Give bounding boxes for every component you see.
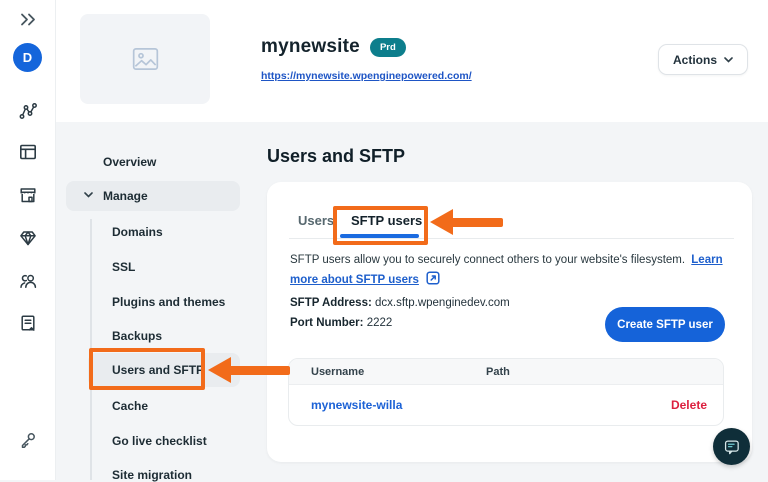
sites-layout-icon[interactable] bbox=[17, 141, 39, 163]
chat-support-button[interactable] bbox=[713, 428, 750, 465]
chat-bubble-icon bbox=[721, 437, 742, 457]
sidebar-item-backups[interactable]: Backups bbox=[112, 329, 162, 343]
column-header-username: Username bbox=[289, 366, 486, 378]
sidebar-item-manage-label: Manage bbox=[103, 189, 148, 203]
site-name: mynewsite bbox=[261, 36, 360, 58]
sidebar-item-ssl[interactable]: SSL bbox=[112, 260, 135, 274]
store-icon[interactable] bbox=[17, 184, 39, 206]
port-number-row: Port Number: 2222 bbox=[290, 317, 392, 329]
actions-button[interactable]: Actions bbox=[658, 44, 748, 75]
page-title: Users and SFTP bbox=[267, 146, 405, 167]
site-header: mynewsite Prd https://mynewsite.wpengine… bbox=[56, 0, 768, 122]
diamond-icon[interactable] bbox=[17, 227, 39, 249]
sidebar-item-cache[interactable]: Cache bbox=[112, 399, 148, 413]
column-header-path: Path bbox=[486, 366, 510, 378]
sftp-address-row: SFTP Address: dcx.sftp.wpenginedev.com bbox=[290, 297, 510, 309]
tab-users[interactable]: Users bbox=[298, 213, 334, 228]
sftp-users-table: Username Path mynewsite-willa Delete bbox=[288, 358, 724, 426]
environment-badge: Prd bbox=[370, 38, 406, 57]
delete-link[interactable]: Delete bbox=[671, 398, 707, 412]
site-url-link[interactable]: https://mynewsite.wpenginepowered.com/ bbox=[261, 70, 472, 82]
tabs-divider bbox=[289, 238, 734, 239]
expand-sidebar-icon[interactable] bbox=[17, 8, 39, 30]
analytics-icon[interactable] bbox=[17, 100, 39, 122]
api-key-icon[interactable] bbox=[17, 429, 39, 451]
external-link-icon bbox=[426, 271, 440, 285]
table-header-row: Username Path bbox=[289, 359, 723, 385]
primary-icon-rail: D bbox=[0, 0, 56, 480]
chevron-down-icon bbox=[724, 57, 733, 63]
site-thumbnail-placeholder bbox=[80, 14, 210, 104]
sidebar-item-go-live-checklist[interactable]: Go live checklist bbox=[112, 434, 207, 448]
sftp-username-link[interactable]: mynewsite-willa bbox=[289, 398, 402, 412]
tab-sftp-users[interactable]: SFTP users bbox=[351, 213, 422, 228]
image-placeholder-icon bbox=[132, 47, 159, 71]
sidebar-item-overview[interactable]: Overview bbox=[103, 155, 156, 169]
account-avatar[interactable]: D bbox=[13, 43, 42, 72]
sftp-description: SFTP users allow you to securely connect… bbox=[290, 250, 737, 290]
create-sftp-user-button[interactable]: Create SFTP user bbox=[605, 307, 725, 342]
nav-indent-line bbox=[90, 219, 92, 480]
sftp-description-text: SFTP users allow you to securely connect… bbox=[290, 254, 685, 266]
table-row: mynewsite-willa Delete bbox=[289, 385, 723, 425]
port-number-value: 2222 bbox=[367, 317, 393, 329]
users-icon[interactable] bbox=[17, 270, 39, 292]
sftp-address-label: SFTP Address: bbox=[290, 297, 372, 309]
sidebar-item-plugins-themes[interactable]: Plugins and themes bbox=[112, 295, 225, 309]
sftp-address-value: dcx.sftp.wpenginedev.com bbox=[375, 297, 510, 309]
sidebar-item-domains[interactable]: Domains bbox=[112, 225, 163, 239]
sidebar-item-users-sftp-label: Users and SFTP bbox=[112, 363, 204, 377]
port-number-label: Port Number: bbox=[290, 317, 363, 329]
billing-doc-icon[interactable] bbox=[17, 312, 39, 334]
actions-button-label: Actions bbox=[673, 53, 717, 67]
chevron-down-icon bbox=[84, 192, 93, 198]
